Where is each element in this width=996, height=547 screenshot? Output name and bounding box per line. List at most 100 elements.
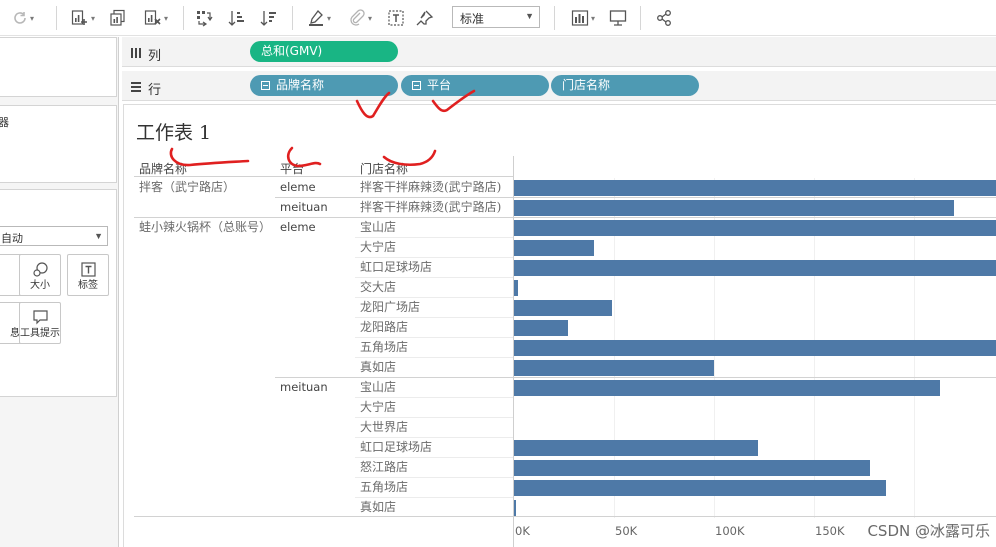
redo-button[interactable]: ▾ [8,7,38,29]
bar-4[interactable] [514,260,996,276]
bar-9[interactable] [514,360,714,376]
store-cell[interactable]: 拌客干拌麻辣烫(武宁路店) [360,179,501,195]
row-pill-brand-label: 品牌名称 [276,78,325,92]
rows-label-text: 行 [148,83,162,98]
label-mark-button[interactable]: 标签 [67,254,109,296]
store-cell[interactable]: 虹口足球场店 [360,259,432,275]
store-cell[interactable]: 宝山店 [360,379,396,395]
collapse-icon[interactable] [261,81,270,90]
presentation-mode-button[interactable] [606,7,630,29]
row-pill-brand[interactable]: 品牌名称 [250,75,398,96]
bar-0[interactable] [514,180,996,196]
show-mark-labels-button[interactable] [384,7,408,29]
presentation-icon [609,9,627,27]
row-pill-platform[interactable]: 平台 [401,75,549,96]
row-separator [355,237,513,238]
bar-16[interactable] [514,500,516,516]
store-cell[interactable]: 交大店 [360,279,396,295]
x-tick-label: 150K [815,524,845,538]
store-cell[interactable]: 虹口足球场店 [360,439,432,455]
bar-14[interactable] [514,460,870,476]
tooltip-mark-button[interactable]: 工具提示 [19,302,61,344]
bar-3[interactable] [514,240,594,256]
toolbar-separator [640,6,641,30]
row-separator [355,457,513,458]
bar-1[interactable] [514,200,954,216]
bar-10[interactable] [514,380,940,396]
pages-card[interactable] [0,37,117,97]
column-pill-gmv[interactable]: 总和(GMV) [250,41,398,62]
bar-13[interactable] [514,440,758,456]
platform-cell[interactable]: meituan [280,379,328,395]
filters-card[interactable]: 器 [0,105,117,183]
highlight-icon [307,9,325,27]
store-cell[interactable]: 五角场店 [360,339,408,355]
bar-15[interactable] [514,480,886,496]
store-cell[interactable]: 真如店 [360,499,396,515]
store-cell[interactable]: 真如店 [360,359,396,375]
store-cell[interactable]: 大宁店 [360,399,396,415]
show-me-button[interactable]: ▾ [566,7,600,29]
group-members-button[interactable]: ▾ [342,7,378,29]
sheet-title[interactable]: 工作表 1 [136,118,211,145]
rows-shelf[interactable]: 行 品牌名称 平台 门店名称 [122,71,996,101]
store-cell[interactable]: 拌客干拌麻辣烫(武宁路店) [360,199,501,215]
store-cell[interactable]: 怒江路店 [360,459,408,475]
label-icon [387,9,405,27]
header-divider [134,176,513,177]
swap-icon [195,9,213,27]
sort-descending-button[interactable] [256,7,280,29]
bar-2[interactable] [514,220,996,236]
duplicate-icon [109,9,127,27]
sort-ascending-icon [227,9,245,27]
columns-shelf[interactable]: 列 总和(GMV) [122,37,996,67]
row-separator [355,277,513,278]
platform-cell[interactable]: eleme [280,179,316,195]
row-pill-store[interactable]: 门店名称 [551,75,699,96]
columns-label-text: 列 [148,49,162,64]
brand-cell[interactable]: 拌客（武宁路店） [139,179,235,195]
show-me-icon [571,9,589,27]
pin-icon [416,9,434,27]
sort-ascending-button[interactable] [224,7,248,29]
platform-separator [275,377,996,378]
bar-6[interactable] [514,300,612,316]
row-separator [355,477,513,478]
row-separator [355,297,513,298]
toolbar-separator [56,6,57,30]
fit-dropdown[interactable]: 标准 ▼ [452,6,540,28]
chart-axis-line [513,156,514,547]
header-platform[interactable]: 平台 [280,160,304,177]
new-worksheet-button[interactable]: ▾ [66,7,100,29]
fit-dropdown-value: 标准 [460,12,485,26]
fix-axes-button[interactable] [414,7,436,29]
brand-cell[interactable]: 蛙小辣火锅杯（总账号） [139,219,271,235]
row-pill-store-label: 门店名称 [562,78,611,92]
size-mark-button[interactable]: 大小 [19,254,61,296]
store-cell[interactable]: 龙阳路店 [360,319,408,335]
collapse-icon[interactable] [412,81,421,90]
swap-rows-columns-button[interactable] [192,7,216,29]
duplicate-sheet-button[interactable] [106,7,130,29]
header-brand[interactable]: 品牌名称 [139,160,187,177]
toolbar-separator [183,6,184,30]
share-button[interactable] [652,7,676,29]
bar-8[interactable] [514,340,996,356]
clear-sheet-button[interactable]: ▾ [138,7,174,29]
row-separator [355,437,513,438]
platform-cell[interactable]: eleme [280,219,316,235]
bar-7[interactable] [514,320,568,336]
store-cell[interactable]: 龙阳广场店 [360,299,420,315]
highlight-button[interactable]: ▾ [302,7,336,29]
mark-type-dropdown[interactable]: 自动 ▼ [0,226,108,246]
store-cell[interactable]: 大宁店 [360,239,396,255]
row-separator [355,397,513,398]
platform-cell[interactable]: meituan [280,199,328,215]
tooltip-mark-label: 工具提示 [20,328,60,339]
bar-5[interactable] [514,280,518,296]
store-cell[interactable]: 五角场店 [360,479,408,495]
store-cell[interactable]: 大世界店 [360,419,408,435]
watermark: CSDN @冰露可乐 [865,520,992,541]
header-store[interactable]: 门店名称 [360,160,408,177]
store-cell[interactable]: 宝山店 [360,219,396,235]
